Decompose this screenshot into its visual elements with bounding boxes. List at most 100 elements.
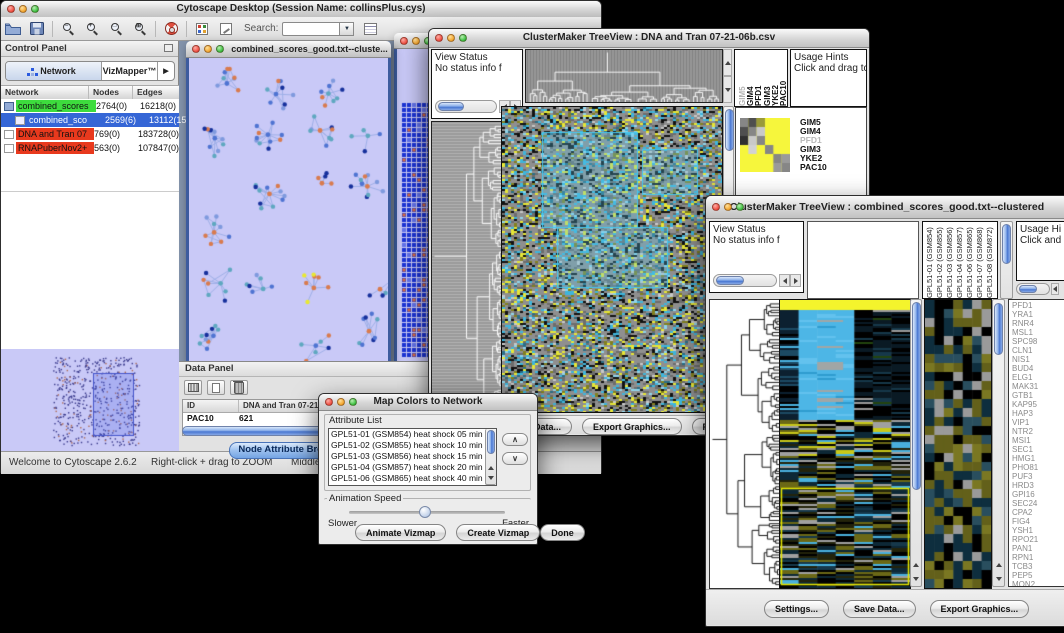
gene-label[interactable]: NIS1 [1012, 355, 1064, 364]
column-label[interactable]: GIM3 [763, 52, 771, 106]
slider-thumb[interactable] [419, 506, 431, 518]
minimize-icon[interactable] [19, 5, 27, 13]
column-header-id[interactable]: ID [183, 400, 239, 412]
close-icon[interactable] [712, 203, 720, 211]
column-header[interactable]: Nodes [89, 86, 133, 99]
birdseye-overview-canvas[interactable] [1, 349, 179, 451]
action-button[interactable]: Settings... [764, 600, 829, 618]
column-label[interactable]: GIM5 [738, 52, 746, 106]
attribute-item[interactable]: GPL51-02 (GSM855) heat shock 10 min [329, 440, 496, 451]
zoom-out-button[interactable]: − [56, 19, 80, 39]
gene-label[interactable]: HMG1 [1012, 454, 1064, 463]
treeview2-heatmap-canvas[interactable] [779, 299, 911, 589]
attribute-item[interactable]: GPL51-06 (GSM865) heat shock 40 min [329, 473, 496, 484]
attribute-item[interactable]: GPL51-03 (GSM856) heat shock 15 min [329, 451, 496, 462]
attribute-item[interactable]: GPL51-07 (GSM868) heat shock 60 min [329, 484, 496, 486]
dialog-button[interactable]: Create Vizmap [456, 524, 540, 541]
gene-label[interactable]: SPC98 [1012, 337, 1064, 346]
network-window-titlebar[interactable]: combined_scores_good.txt--cluste... [186, 41, 391, 58]
gene-label[interactable]: CPA2 [1012, 508, 1064, 517]
view-status-scrollbar[interactable] [713, 274, 777, 287]
gene-label[interactable]: GPI16 [1012, 490, 1064, 499]
array-column-label[interactable]: GPL51-08 (GSM872) [985, 222, 995, 298]
gene-label[interactable]: MSI1 [1012, 436, 1064, 445]
scroll-right-button[interactable] [790, 274, 801, 287]
view-status-scrollbar[interactable] [435, 100, 497, 113]
zoom-window-icon[interactable] [216, 45, 224, 53]
close-icon[interactable] [192, 45, 200, 53]
select-attributes-button[interactable] [184, 380, 202, 395]
attribute-list-scrollbar[interactable] [485, 429, 496, 485]
scroll-left-button[interactable] [1051, 283, 1059, 295]
scroll-down-button[interactable] [911, 572, 921, 586]
attribute-item[interactable]: GPL51-01 (GSM854) heat shock 05 min [329, 429, 496, 440]
column-label[interactable]: YKE2 [771, 52, 779, 106]
gene-label[interactable]: HRD3 [1012, 481, 1064, 490]
network-canvas[interactable] [189, 58, 388, 361]
annotation-button[interactable] [214, 19, 238, 39]
zoom-window-icon[interactable] [459, 34, 467, 42]
minimize-icon[interactable] [337, 398, 345, 406]
zoom-window-icon[interactable] [31, 5, 39, 13]
open-file-button[interactable] [1, 19, 25, 39]
move-down-button[interactable]: ∨ [502, 452, 528, 465]
scroll-up-button[interactable] [486, 463, 495, 473]
treeview2-titlebar[interactable]: ClusterMaker TreeView : combined_scores_… [706, 196, 1064, 219]
zoom-fit-button[interactable]: ⊞ [128, 19, 152, 39]
attribute-item[interactable]: GPL51-04 (GSM857) heat shock 20 min [329, 462, 496, 473]
column-labels-scrollbar[interactable] [1000, 221, 1013, 299]
help-button[interactable] [159, 19, 183, 39]
row-dendrogram-canvas[interactable] [431, 121, 503, 413]
zoom-in-button[interactable]: + [80, 19, 104, 39]
gene-label[interactable]: SEC24 [1012, 499, 1064, 508]
gene-label[interactable]: FIG4 [1012, 517, 1064, 526]
attribute-browser-button[interactable] [358, 19, 382, 39]
column-label[interactable]: PFD1 [754, 52, 762, 106]
action-button[interactable]: Save Data... [843, 600, 916, 618]
tab-network[interactable]: Network [6, 62, 102, 80]
gene-label[interactable]: PEP5 [1012, 571, 1064, 580]
delete-attribute-button[interactable] [230, 380, 248, 395]
scroll-up-button[interactable] [911, 558, 921, 572]
close-icon[interactable] [325, 398, 333, 406]
move-up-button[interactable]: ∧ [502, 433, 528, 446]
treeview1-heatmap-canvas[interactable] [501, 106, 723, 413]
dendro-scroll-down[interactable] [723, 76, 732, 103]
scroll-down-button[interactable] [486, 473, 495, 483]
gene-label[interactable]: CLN1 [1012, 346, 1064, 355]
network-table-row[interactable]: combined_sco 2569(6) 13112(15) [1, 113, 179, 127]
network-table-row[interactable]: combined_scores 2764(0) 16218(0) [1, 99, 179, 113]
dialog-titlebar[interactable]: Map Colors to Network [319, 394, 537, 411]
column-header[interactable]: Edges [133, 86, 179, 99]
array-column-label[interactable]: GPL51-03 (GSM856) [945, 222, 955, 298]
tab-more-button[interactable]: ▶ [158, 62, 174, 80]
gene-label[interactable]: BUD4 [1012, 364, 1064, 373]
gene-label[interactable]: MAK31 [1012, 382, 1064, 391]
save-button[interactable] [25, 19, 49, 39]
minimize-icon[interactable] [447, 34, 455, 42]
gene-label[interactable]: MON2 [1012, 580, 1064, 587]
gene-label[interactable]: KAP95 [1012, 400, 1064, 409]
gene-label[interactable]: YRA1 [1012, 310, 1064, 319]
dialog-button[interactable]: Done [540, 524, 585, 541]
array-column-label[interactable]: GPL51-07 (GSM868) [975, 222, 985, 298]
close-icon[interactable] [400, 37, 408, 45]
array-column-label[interactable]: GPL51-02 (GSM855) [935, 222, 945, 298]
float-panel-icon[interactable] [164, 44, 173, 52]
close-icon[interactable] [7, 5, 15, 13]
gene-label[interactable]: PFD1 [1012, 301, 1064, 310]
gene-label[interactable]: YSH1 [1012, 526, 1064, 535]
gene-label[interactable]: RNR4 [1012, 319, 1064, 328]
scroll-left-button[interactable] [779, 274, 790, 287]
search-dropdown-button[interactable]: ▼ [340, 22, 354, 36]
zoom-window-icon[interactable] [349, 398, 357, 406]
gene-label[interactable]: VIP1 [1012, 418, 1064, 427]
action-button[interactable]: Export Graphics... [582, 418, 682, 435]
correlation-matrix-canvas[interactable] [740, 118, 790, 172]
usage-hints-scrollbar[interactable] [1016, 283, 1050, 295]
main-titlebar[interactable]: Cytoscape Desktop (Session Name: collins… [1, 1, 601, 18]
zoom-heatmap-canvas[interactable] [924, 299, 992, 589]
gene-label[interactable]: GTB1 [1012, 391, 1064, 400]
gene-label[interactable]: PHO81 [1012, 463, 1064, 472]
zoom-heatmap-vscrollbar[interactable] [992, 299, 1005, 587]
